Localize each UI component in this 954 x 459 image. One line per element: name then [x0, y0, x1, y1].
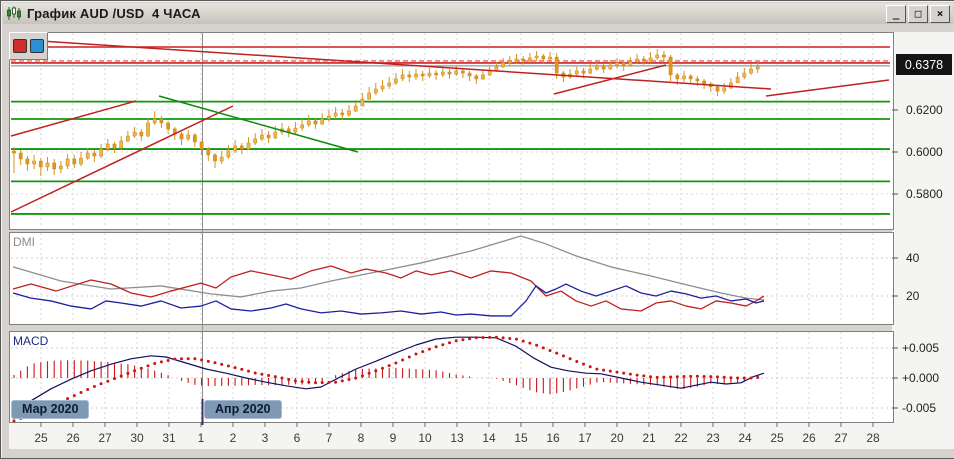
price-tick-label: 0.5800 [906, 187, 943, 201]
dmi-panel-label: DMI [13, 235, 35, 249]
blue-marker-button[interactable] [30, 39, 44, 53]
red-marker-button[interactable] [13, 39, 27, 53]
x-axis-day-label: 14 [482, 431, 496, 445]
dmi-tick-label: 20 [906, 289, 920, 303]
chart-area: DMI MACD 0.6378 0.6200 0.6000 0.5800 40 … [1, 24, 954, 458]
x-axis-day-label: 1 [197, 431, 205, 445]
current-price-badge: 0.6378 [896, 54, 952, 75]
x-axis-day-label: 27 [834, 431, 848, 445]
x-axis-day-label: 26 [802, 431, 816, 445]
x-axis-day-label: 31 [162, 431, 176, 445]
candlestick-chart-icon [7, 6, 21, 20]
x-axis-day-label: 9 [389, 431, 397, 445]
price-tick-label: 0.6000 [906, 145, 943, 159]
x-axis-day-label: 20 [610, 431, 624, 445]
title-bar[interactable]: График AUD /USD 4 ЧАСА _ □ × [3, 3, 953, 24]
close-button[interactable]: × [930, 4, 950, 23]
macd-tick-label: +0.005 [902, 341, 940, 355]
chart-canvas[interactable] [1, 24, 954, 458]
window-title: График AUD /USD 4 ЧАСА [27, 6, 201, 21]
x-axis-day-label: 2 [229, 431, 237, 445]
macd-panel-label: MACD [13, 334, 49, 348]
chart-window: График AUD /USD 4 ЧАСА _ □ × DMI MACD 0.… [0, 0, 954, 459]
x-axis-day-label: 17 [578, 431, 592, 445]
x-axis-day-label: 3 [261, 431, 269, 445]
x-axis-day-label: 28 [866, 431, 880, 445]
x-axis-day-label: 27 [98, 431, 112, 445]
x-axis-day-label: 6 [293, 431, 301, 445]
x-axis-day-label: 25 [770, 431, 784, 445]
price-tick-label: 0.6200 [906, 103, 943, 117]
macd-tick-label: -0.005 [902, 401, 937, 415]
x-axis-day-label: 7 [325, 431, 333, 445]
x-axis-day-label: 24 [738, 431, 752, 445]
x-axis-day-label: 8 [357, 431, 365, 445]
x-axis-day-label: 10 [418, 431, 432, 445]
x-axis-day-label: 30 [130, 431, 144, 445]
dmi-tick-label: 40 [906, 251, 920, 265]
macd-tick-label: +0.000 [902, 371, 940, 385]
x-axis-day-label: 15 [514, 431, 528, 445]
month-badge-march: Мар 2020 [11, 400, 90, 419]
x-axis-day-label: 25 [34, 431, 48, 445]
minimize-button[interactable]: _ [886, 4, 906, 23]
chart-toolbar [9, 32, 48, 60]
x-axis-day-label: 13 [450, 431, 464, 445]
maximize-button[interactable]: □ [908, 4, 928, 23]
x-axis-day-label: 23 [706, 431, 720, 445]
x-axis-day-label: 22 [674, 431, 688, 445]
x-axis-day-label: 21 [642, 431, 656, 445]
x-axis-day-label: 16 [546, 431, 560, 445]
month-badge-april: Апр 2020 [204, 400, 282, 419]
x-axis-day-label: 26 [66, 431, 80, 445]
